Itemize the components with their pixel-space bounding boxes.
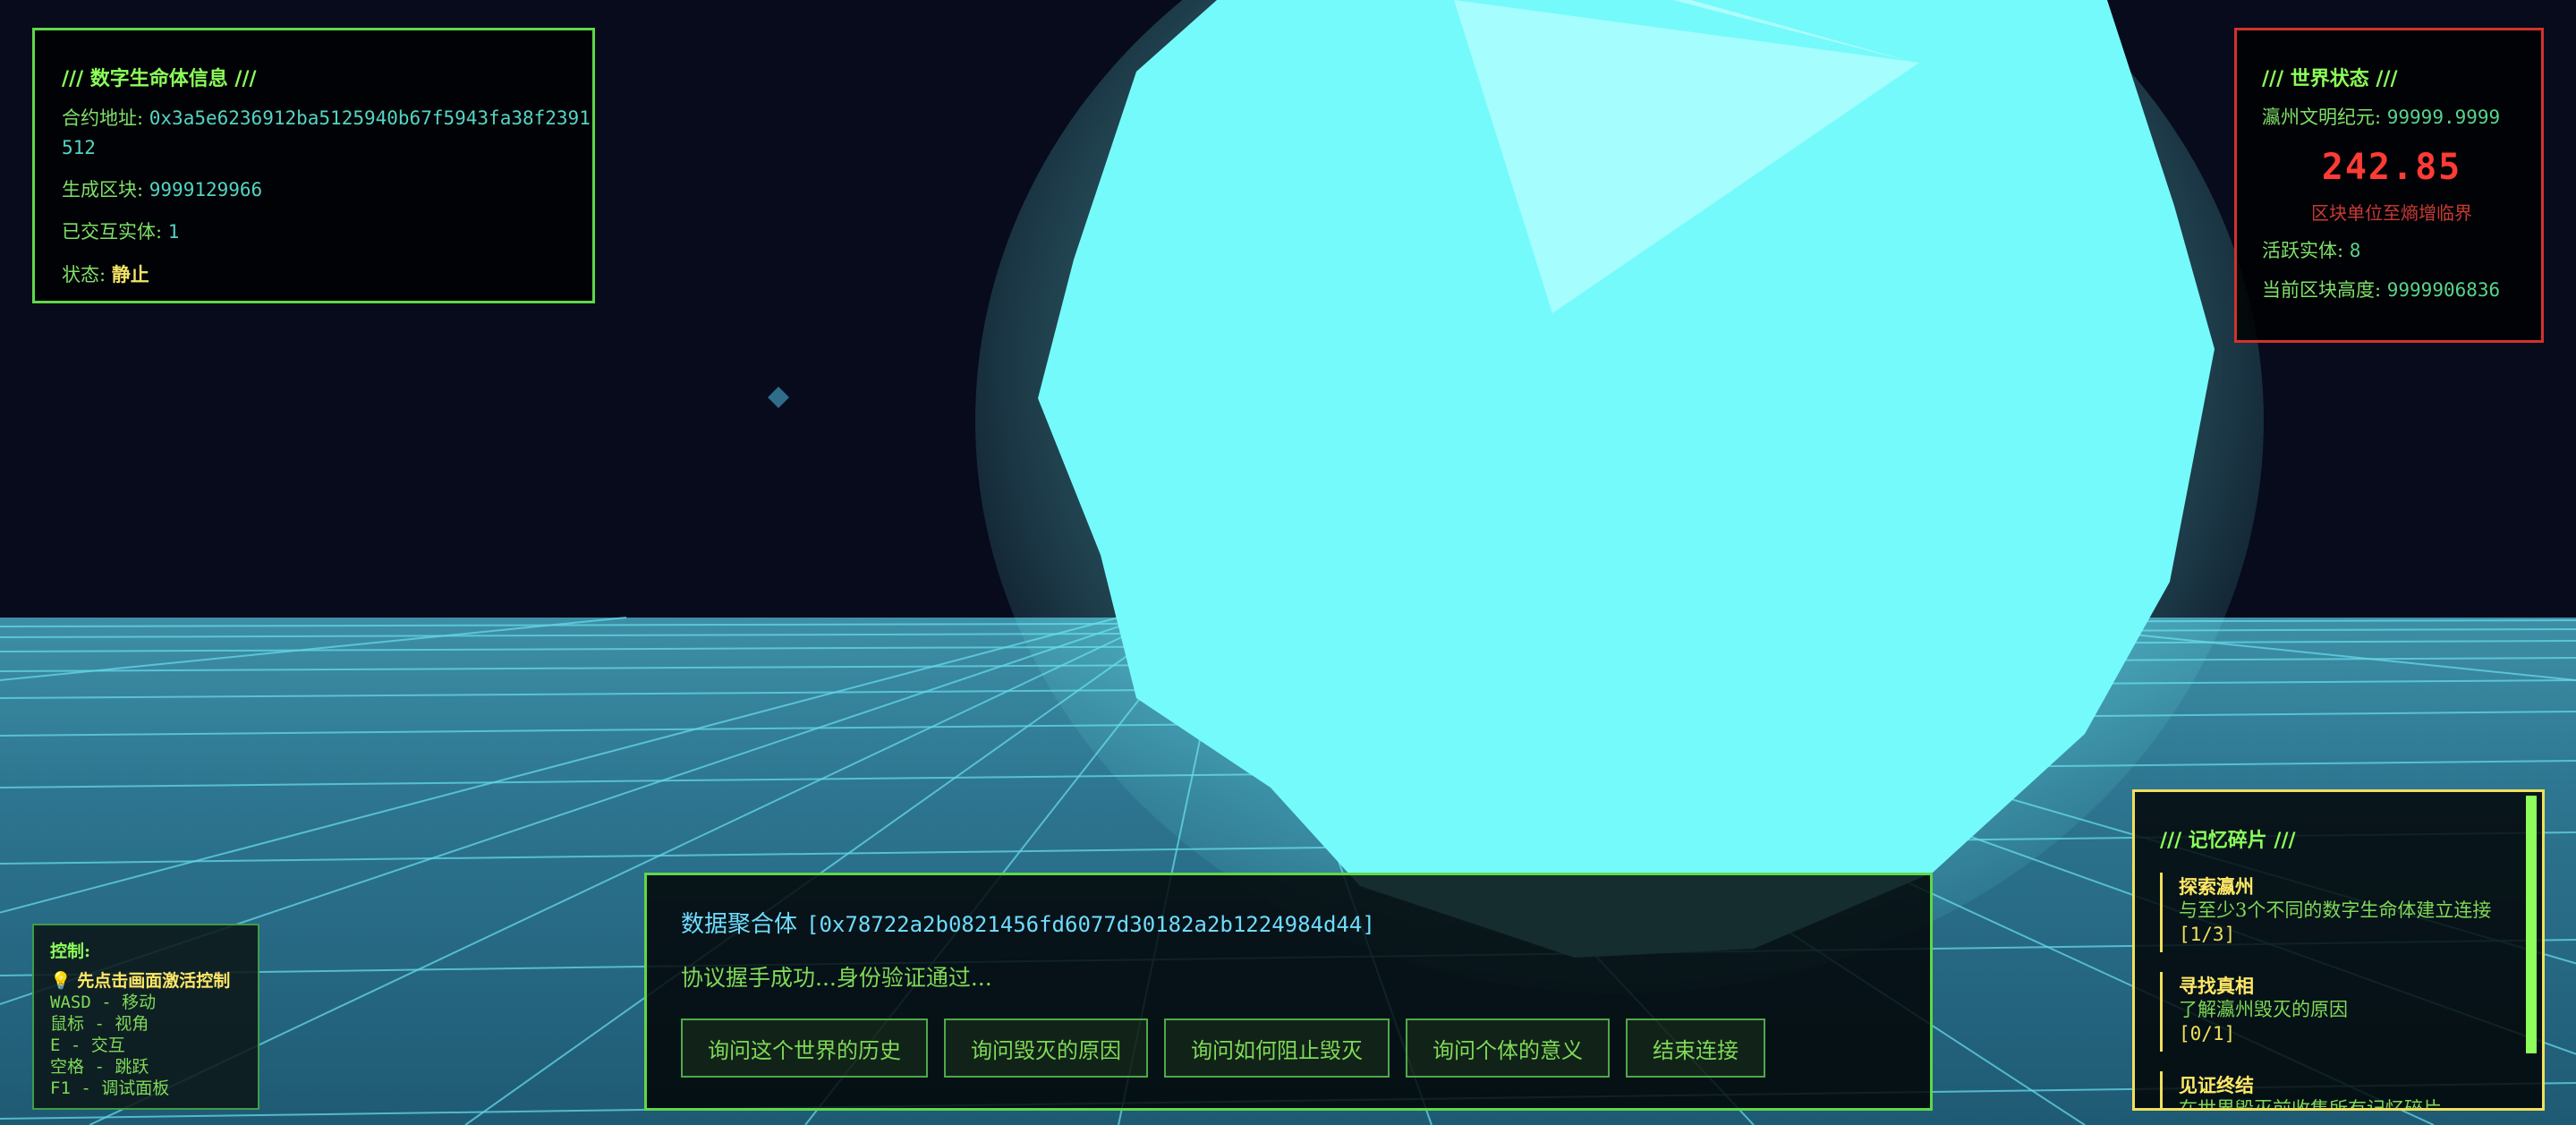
interacted-entities-value: 1: [167, 221, 180, 243]
spawn-block-label: 生成区块:: [62, 179, 149, 200]
info-panel-title: /// 数字生命体信息 ///: [62, 67, 257, 90]
block-height-label: 当前区块高度:: [2262, 279, 2387, 301]
quest-progress: [1/3]: [2179, 924, 2236, 945]
status-value: 静止: [111, 263, 149, 286]
controls-help-panel: 控制: 💡 先点击画面激活控制 WASD - 移动 鼠标 - 视角 E - 交互…: [32, 924, 259, 1110]
dialog-options: 询问这个世界的历史 询问毁灭的原因 询问如何阻止毁灭 询问个体的意义 结束连接: [681, 1018, 1765, 1078]
ask-individual-meaning-button[interactable]: 询问个体的意义: [1406, 1018, 1610, 1078]
ask-prevent-destruction-button[interactable]: 询问如何阻止毁灭: [1164, 1018, 1390, 1078]
quest-description: 在世界毁灭前收集所有记忆碎片: [2179, 1098, 2442, 1111]
quest-title: 探索瀛州: [2179, 875, 2254, 898]
memory-scrollbar[interactable]: [2526, 796, 2537, 1053]
control-line: 鼠标 - 视角: [50, 1014, 149, 1034]
quest-item: 探索瀛州 与至少3个不同的数字生命体建立连接 [1/3]: [2160, 873, 2542, 952]
quest-item: 寻找真相 了解瀛州毁灭的原因 [0/1]: [2160, 972, 2542, 1052]
quest-title: 寻找真相: [2179, 975, 2254, 997]
spawn-block-row: 生成区块: 9999129966: [62, 175, 592, 205]
interacted-entities-label: 已交互实体:: [62, 221, 168, 243]
dialog-speaker: 数据聚合体 [0x78722a2b0821456fd6077d30182a2b12…: [681, 906, 1930, 939]
ask-history-button[interactable]: 询问这个世界的历史: [681, 1018, 928, 1078]
spawn-block-value: 9999129966: [149, 179, 263, 200]
speaker-name: 数据聚合体: [681, 911, 798, 938]
speaker-address: [0x78722a2b0821456fd6077d30182a2b1224984…: [806, 912, 1375, 937]
active-entities-row: 活跃实体: 8: [2262, 237, 2541, 264]
block-height-value: 9999906836: [2386, 279, 2501, 301]
dialog-panel: 数据聚合体 [0x78722a2b0821456fd6077d30182a2b12…: [644, 873, 1933, 1111]
world-status-panel: /// 世界状态 /// 瀛州文明纪元: 99999.9999 242.85 区…: [2234, 28, 2544, 343]
active-entities-label: 活跃实体:: [2262, 240, 2350, 261]
control-line: F1 - 调试面板: [50, 1078, 170, 1098]
status-row: 状态: 静止: [62, 260, 592, 290]
quest-item: 见证终结 在世界毁灭前收集所有记忆碎片: [2160, 1071, 2542, 1111]
memory-fragments-panel[interactable]: /// 记忆碎片 /// 探索瀛州 与至少3个不同的数字生命体建立连接 [1/3…: [2132, 789, 2545, 1111]
active-entities-value: 8: [2349, 240, 2361, 261]
contract-address-label: 合约地址:: [62, 107, 149, 129]
quest-description: 与至少3个不同的数字生命体建立连接: [2179, 899, 2492, 921]
control-line: WASD - 移动: [50, 993, 157, 1012]
era-label: 瀛州文明纪元:: [2262, 107, 2387, 128]
quest-description: 了解瀛州毁灭的原因: [2179, 999, 2348, 1020]
quest-progress: [0/1]: [2179, 1023, 2236, 1044]
era-value: 99999.9999: [2386, 107, 2501, 128]
entropy-countdown: 242.85: [2321, 147, 2462, 188]
entropy-caption: 区块单位至熵增临界: [2311, 202, 2472, 224]
status-label: 状态:: [62, 264, 112, 286]
dialog-message: 协议握手成功...身份验证通过...: [681, 965, 992, 991]
control-line: 空格 - 跳跃: [50, 1057, 149, 1077]
ask-destruction-cause-button[interactable]: 询问毁灭的原因: [944, 1018, 1148, 1078]
interacted-entities-row: 已交互实体: 1: [62, 217, 592, 247]
end-connection-button[interactable]: 结束连接: [1626, 1018, 1765, 1078]
memory-panel-title: /// 记忆碎片 ///: [2160, 829, 2296, 852]
world-panel-title: /// 世界状态 ///: [2262, 67, 2398, 90]
activate-hint: 💡 先点击画面激活控制: [50, 971, 231, 991]
digital-lifeform-info-panel: /// 数字生命体信息 /// 合约地址: 0x3a5e6236912ba512…: [32, 28, 595, 303]
control-line: E - 交互: [50, 1036, 125, 1055]
block-height-row: 当前区块高度: 9999906836: [2262, 277, 2541, 303]
contract-address-row: 合约地址: 0x3a5e6236912ba5125940b67f5943fa38…: [62, 104, 592, 163]
era-row: 瀛州文明纪元: 99999.9999: [2262, 104, 2541, 131]
controls-title: 控制:: [50, 942, 91, 961]
quest-title: 见证终结: [2179, 1074, 2254, 1096]
